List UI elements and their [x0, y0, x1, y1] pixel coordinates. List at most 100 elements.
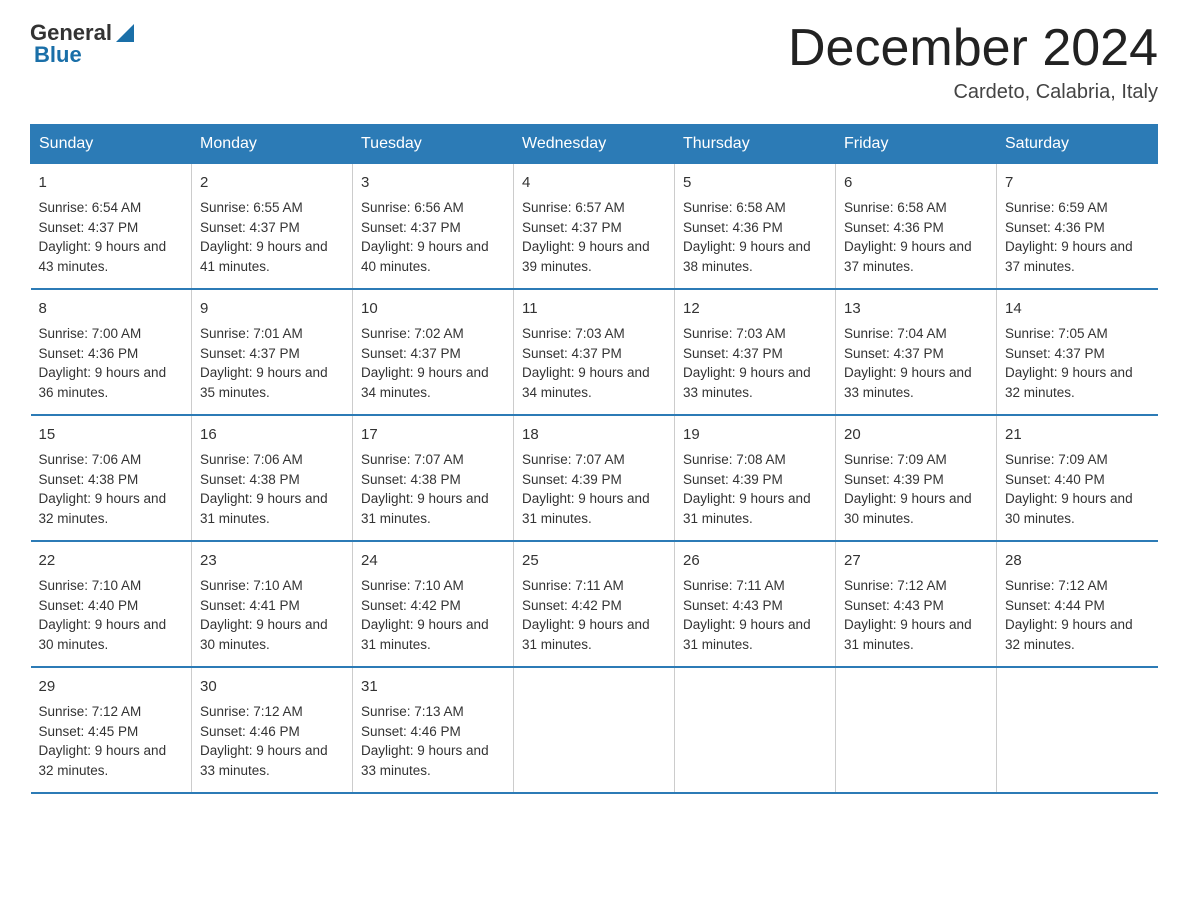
calendar-cell: 20Sunrise: 7:09 AMSunset: 4:39 PMDayligh…	[836, 415, 997, 541]
day-number: 5	[683, 172, 827, 194]
calendar-cell: 1Sunrise: 6:54 AMSunset: 4:37 PMDaylight…	[31, 164, 192, 290]
sunrise-text: Sunrise: 7:12 AM	[39, 704, 142, 719]
header-saturday: Saturday	[997, 125, 1158, 164]
sunset-text: Sunset: 4:40 PM	[1005, 472, 1105, 487]
daylight-text: Daylight: 9 hours and 36 minutes.	[39, 365, 167, 400]
calendar-table: SundayMondayTuesdayWednesdayThursdayFrid…	[30, 124, 1158, 794]
sunrise-text: Sunrise: 7:03 AM	[683, 326, 786, 341]
sunset-text: Sunset: 4:45 PM	[39, 724, 139, 739]
day-number: 28	[1005, 550, 1150, 572]
sunrise-text: Sunrise: 6:54 AM	[39, 200, 142, 215]
day-number: 27	[844, 550, 988, 572]
header-tuesday: Tuesday	[353, 125, 514, 164]
day-number: 15	[39, 424, 184, 446]
calendar-cell: 3 Sunrise: 6:56 AM Sunset: 4:37 PM Daylight…	[353, 164, 514, 290]
daylight-text: Daylight: 9 hours and 38 minutes.	[683, 239, 811, 274]
sunset-text: Sunset: 4:36 PM	[39, 346, 139, 361]
header-thursday: Thursday	[675, 125, 836, 164]
calendar-cell: 31Sunrise: 7:13 AMSunset: 4:46 PMDayligh…	[353, 667, 514, 793]
calendar-header-row: SundayMondayTuesdayWednesdayThursdayFrid…	[31, 125, 1158, 164]
sunrise-text: Sunrise: 7:10 AM	[361, 578, 464, 593]
sunset-text: Sunset: 4:42 PM	[522, 598, 622, 613]
sunset-text: Sunset: 4:46 PM	[361, 724, 461, 739]
calendar-cell: 13Sunrise: 7:04 AMSunset: 4:37 PMDayligh…	[836, 289, 997, 415]
daylight-text: Daylight: 9 hours and 41 minutes.	[200, 239, 328, 274]
sunrise-text: Sunrise: 7:06 AM	[39, 452, 142, 467]
day-number: 1	[39, 172, 184, 194]
sunset-text: Sunset: 4:37 PM	[522, 346, 622, 361]
page-header: General Blue December 2024 Cardeto, Cala…	[30, 20, 1158, 104]
sunrise-text: Sunrise: 7:07 AM	[361, 452, 464, 467]
day-number: 10	[361, 298, 505, 320]
logo-blue: Blue	[34, 42, 82, 68]
sunset-text: Sunset: 4:36 PM	[683, 220, 783, 235]
sunrise-text: Sunrise: 6:55 AM	[200, 200, 303, 215]
sunset-text: Sunset: 4:37 PM	[683, 346, 783, 361]
sunset-text: Sunset: 4:44 PM	[1005, 598, 1105, 613]
calendar-cell	[675, 667, 836, 793]
daylight-text: Daylight: 9 hours and 32 minutes.	[39, 743, 167, 778]
day-number: 31	[361, 676, 505, 698]
sunset-text: Sunset: 4:41 PM	[200, 598, 300, 613]
sunset-text: Sunset: 4:37 PM	[522, 220, 622, 235]
sunrise-text: Sunrise: 7:13 AM	[361, 704, 464, 719]
sunset-text: Sunset: 4:37 PM	[200, 346, 300, 361]
logo-icon	[114, 22, 136, 44]
header-monday: Monday	[192, 125, 353, 164]
daylight-text: Daylight: 9 hours and 32 minutes.	[39, 491, 167, 526]
sunrise-text: Sunrise: 7:11 AM	[683, 578, 785, 593]
sunrise-text: Sunrise: 7:11 AM	[522, 578, 624, 593]
day-number: 11	[522, 298, 666, 320]
sunset-text: Sunset: 4:36 PM	[844, 220, 944, 235]
sunrise-text: Sunrise: 7:12 AM	[200, 704, 303, 719]
sunrise-text: Sunrise: 7:03 AM	[522, 326, 625, 341]
day-number: 7	[1005, 172, 1150, 194]
daylight-text: Daylight: 9 hours and 30 minutes.	[39, 617, 167, 652]
sunset-text: Sunset: 4:36 PM	[1005, 220, 1105, 235]
day-number: 12	[683, 298, 827, 320]
day-number: 16	[200, 424, 344, 446]
day-number: 30	[200, 676, 344, 698]
daylight-text: Daylight: 9 hours and 40 minutes.	[361, 239, 489, 274]
calendar-cell: 24Sunrise: 7:10 AMSunset: 4:42 PMDayligh…	[353, 541, 514, 667]
calendar-cell: 14Sunrise: 7:05 AMSunset: 4:37 PMDayligh…	[997, 289, 1158, 415]
sunset-text: Sunset: 4:43 PM	[844, 598, 944, 613]
sunrise-text: Sunrise: 7:02 AM	[361, 326, 464, 341]
daylight-text: Daylight: 9 hours and 31 minutes.	[361, 491, 489, 526]
day-number: 21	[1005, 424, 1150, 446]
sunset-text: Sunset: 4:37 PM	[361, 220, 461, 235]
calendar-cell: 21Sunrise: 7:09 AMSunset: 4:40 PMDayligh…	[997, 415, 1158, 541]
calendar-cell: 2Sunrise: 6:55 AMSunset: 4:37 PMDaylight…	[192, 164, 353, 290]
daylight-text: Daylight: 9 hours and 33 minutes.	[200, 743, 328, 778]
calendar-cell: 16Sunrise: 7:06 AMSunset: 4:38 PMDayligh…	[192, 415, 353, 541]
sunrise-text: Sunrise: 7:10 AM	[200, 578, 303, 593]
day-number: 19	[683, 424, 827, 446]
sunrise-text: Sunrise: 7:09 AM	[844, 452, 947, 467]
day-number: 3	[361, 172, 505, 194]
sunset-text: Sunset: 4:37 PM	[200, 220, 300, 235]
sunrise-text: Sunrise: 7:08 AM	[683, 452, 786, 467]
header-friday: Friday	[836, 125, 997, 164]
calendar-cell: 25Sunrise: 7:11 AMSunset: 4:42 PMDayligh…	[514, 541, 675, 667]
calendar-cell: 9Sunrise: 7:01 AMSunset: 4:37 PMDaylight…	[192, 289, 353, 415]
daylight-text: Daylight: 9 hours and 31 minutes.	[200, 491, 328, 526]
calendar-cell: 5Sunrise: 6:58 AMSunset: 4:36 PMDaylight…	[675, 164, 836, 290]
day-number: 9	[200, 298, 344, 320]
sunrise-text: Sunrise: 7:06 AM	[200, 452, 303, 467]
calendar-week-row: 15Sunrise: 7:06 AMSunset: 4:38 PMDayligh…	[31, 415, 1158, 541]
day-number: 18	[522, 424, 666, 446]
daylight-text: Daylight: 9 hours and 31 minutes.	[361, 617, 489, 652]
sunrise-text: Sunrise: 7:12 AM	[1005, 578, 1108, 593]
day-number: 6	[844, 172, 988, 194]
calendar-cell	[514, 667, 675, 793]
day-number: 14	[1005, 298, 1150, 320]
header-wednesday: Wednesday	[514, 125, 675, 164]
daylight-text: Daylight: 9 hours and 32 minutes.	[1005, 365, 1133, 400]
title-section: December 2024 Cardeto, Calabria, Italy	[788, 20, 1158, 104]
day-number: 29	[39, 676, 184, 698]
day-number: 22	[39, 550, 184, 572]
sunrise-text: Sunrise: 6:56 AM	[361, 200, 464, 215]
sunrise-text: Sunrise: 7:07 AM	[522, 452, 625, 467]
calendar-cell: 19Sunrise: 7:08 AMSunset: 4:39 PMDayligh…	[675, 415, 836, 541]
day-number: 8	[39, 298, 184, 320]
